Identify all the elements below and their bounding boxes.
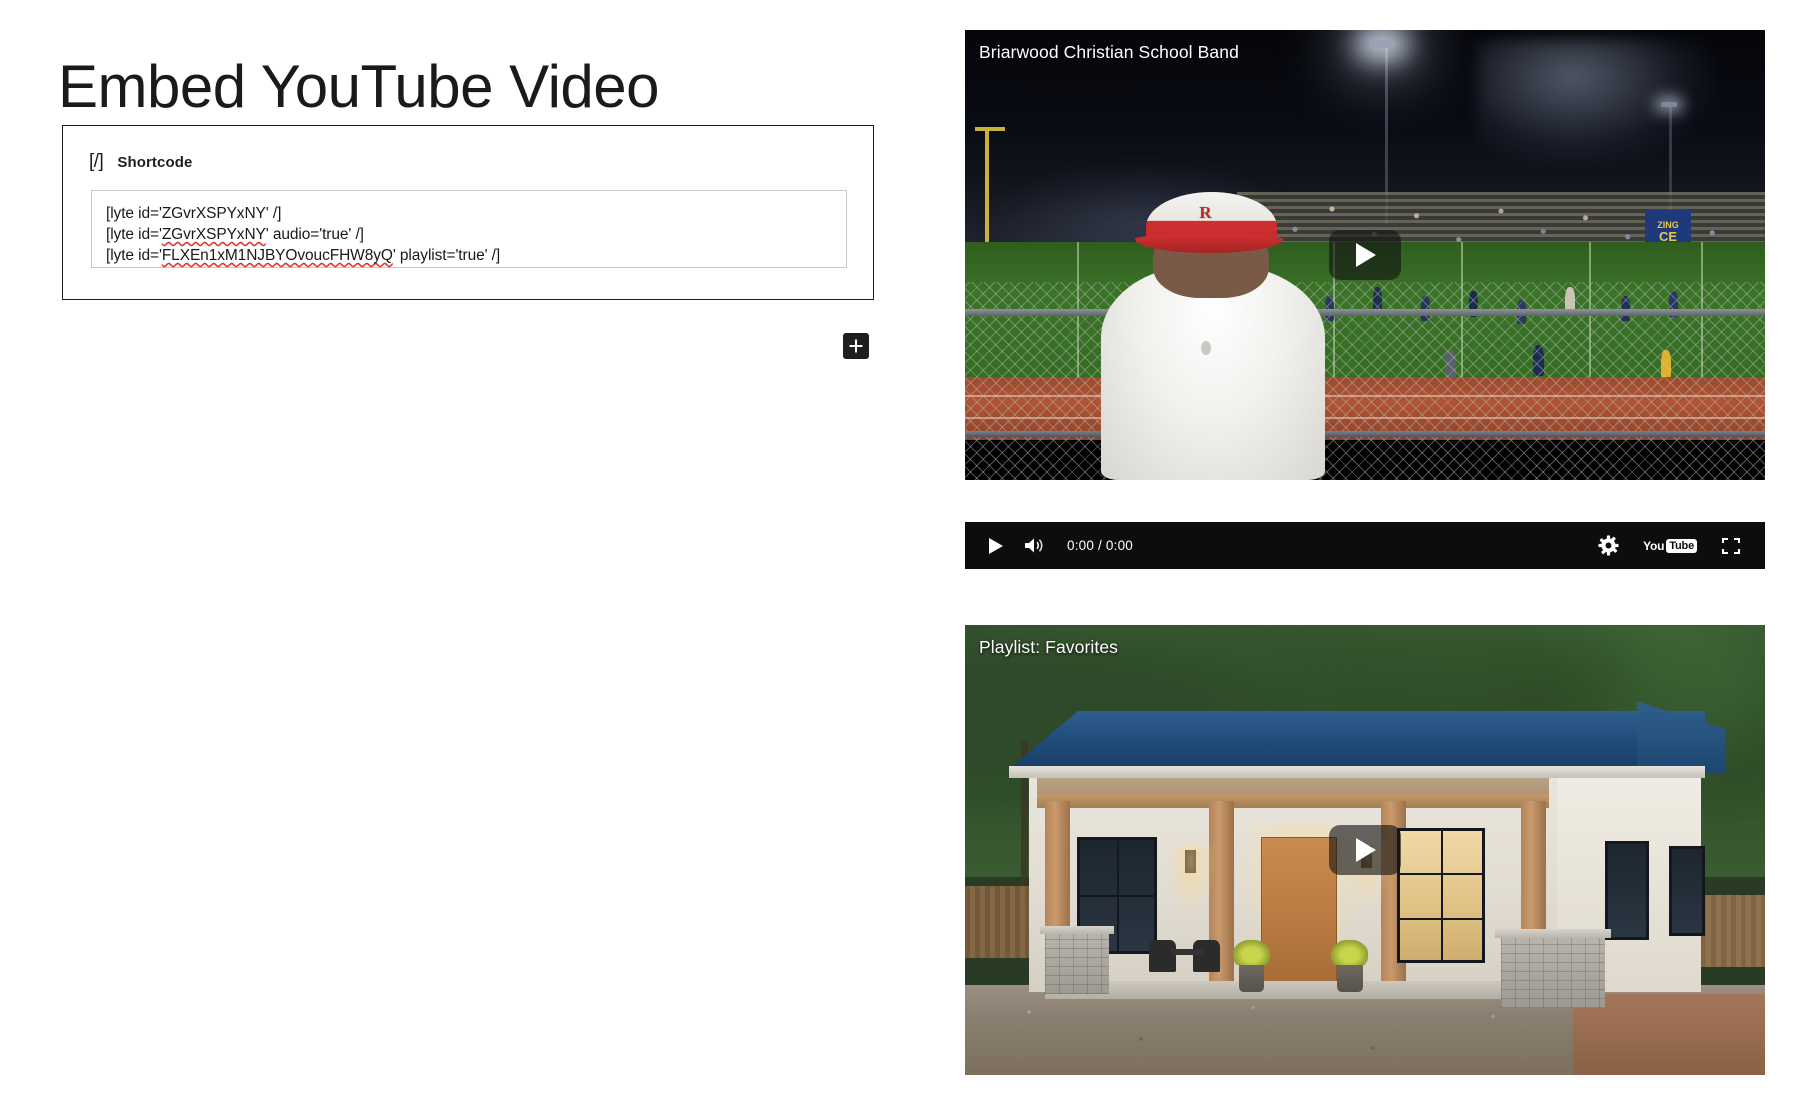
plant-left	[1233, 940, 1270, 965]
code-line-id: FLXEn1xM1NJBYOvoucFHW8yQ	[162, 247, 393, 264]
code-line-suffix: ' audio='true' /]	[266, 226, 364, 243]
stone-column-left	[1045, 931, 1109, 994]
code-line-prefix: [lyte id='	[106, 247, 162, 264]
shirt-logo	[1201, 341, 1211, 355]
window-mullion	[1441, 828, 1443, 963]
stadium-light-2	[1661, 102, 1677, 107]
window-right	[1605, 841, 1649, 940]
stadium-light	[1369, 40, 1395, 48]
shortcode-icon: [/]	[89, 151, 103, 173]
window-mullion	[1397, 873, 1485, 875]
gear-icon	[1598, 535, 1619, 556]
play-icon	[1352, 241, 1378, 269]
sky-glow	[1477, 39, 1717, 165]
volume-icon	[1024, 537, 1043, 554]
code-line: [lyte id='FLXEn1xM1NJBYOvoucFHW8yQ' play…	[106, 245, 832, 266]
porch-slab	[1045, 981, 1541, 999]
code-line-prefix: [lyte id='	[106, 226, 162, 243]
video-thumbnail-2[interactable]: Playlist: Favorites	[965, 625, 1765, 1075]
app-root: Embed YouTube Video [/] Shortcode [lyte …	[0, 0, 1800, 1108]
shortcode-block-header: [/] Shortcode	[89, 151, 192, 173]
front-door	[1261, 837, 1337, 986]
video-control-bar: 0:00 / 0:00	[965, 522, 1765, 569]
patio-chair-right	[1193, 940, 1220, 972]
add-block-button[interactable]	[843, 333, 869, 359]
play-button-overlay[interactable]	[1329, 230, 1401, 280]
house-roof	[1009, 711, 1705, 770]
youtube-logo-tube: Tube	[1666, 539, 1697, 553]
stone-column-right	[1501, 936, 1605, 1008]
code-line-id: ZGvrXSPYxNY	[162, 205, 266, 222]
play-icon	[987, 537, 1004, 555]
play-button-overlay[interactable]	[1329, 825, 1401, 875]
goalpost	[985, 129, 989, 255]
goalpost-crossbar	[975, 127, 1005, 131]
code-line-id: ZGvrXSPYxNY	[162, 226, 266, 243]
page-title: Embed YouTube Video	[58, 52, 659, 121]
code-line-suffix: ' playlist='true' /]	[393, 247, 500, 264]
playlist-title-overlay: Playlist: Favorites	[979, 637, 1118, 658]
code-line-suffix: ' /]	[266, 205, 281, 222]
fullscreen-icon	[1721, 537, 1741, 555]
cap-letter: R	[1199, 203, 1211, 223]
stone-column-cap-right	[1495, 929, 1610, 938]
video-embed-2: Playlist: Favorites	[965, 625, 1765, 1075]
video-title-overlay: Briarwood Christian School Band	[979, 42, 1239, 63]
editor-column: Embed YouTube Video [/] Shortcode [lyte …	[0, 0, 960, 1108]
shortcode-block[interactable]: [/] Shortcode [lyte id='ZGvrXSPYxNY' /] …	[62, 125, 874, 300]
fullscreen-button[interactable]	[1721, 537, 1741, 555]
window-mullion	[1397, 918, 1485, 920]
settings-button[interactable]	[1598, 535, 1619, 556]
fence-rail-bottom	[965, 431, 1765, 437]
time-display: 0:00 / 0:00	[1067, 538, 1133, 553]
fence-rail-top	[965, 309, 1765, 316]
plant-right	[1331, 940, 1368, 965]
video-thumbnail-1[interactable]: ZING CE	[965, 30, 1765, 480]
patio-table	[1171, 949, 1203, 955]
planter-left	[1239, 963, 1265, 992]
preview-column: ZING CE	[960, 0, 1800, 1108]
plus-icon	[849, 339, 863, 353]
controls-left-group: 0:00 / 0:00	[965, 537, 1133, 555]
window-far-right	[1669, 846, 1705, 936]
stone-column-cap-left	[1040, 926, 1114, 934]
youtube-logo[interactable]: YouTube	[1643, 539, 1697, 553]
shortcode-block-label: Shortcode	[117, 154, 192, 171]
youtube-logo-you: You	[1643, 539, 1664, 553]
volume-button[interactable]	[1024, 537, 1043, 554]
video-embed-1: ZING CE	[965, 30, 1765, 569]
wood-fence-right	[1701, 895, 1765, 967]
code-line: [lyte id='ZGvrXSPYxNY' audio='true' /]	[106, 224, 832, 245]
porch-beam	[1037, 794, 1549, 808]
planter-right	[1337, 963, 1363, 992]
patio-chair-left	[1149, 940, 1176, 972]
code-line-prefix: [lyte id='	[106, 205, 162, 222]
play-icon	[1352, 836, 1378, 864]
play-button[interactable]	[987, 537, 1004, 555]
sconce-glow-left	[1167, 846, 1215, 918]
shortcode-textarea[interactable]: [lyte id='ZGvrXSPYxNY' /] [lyte id='ZGvr…	[91, 190, 847, 268]
window-mullion	[1077, 895, 1157, 897]
controls-right-group: YouTube	[1598, 535, 1765, 556]
roof-fascia	[1009, 766, 1705, 778]
code-line: [lyte id='ZGvrXSPYxNY' /]	[106, 203, 832, 224]
